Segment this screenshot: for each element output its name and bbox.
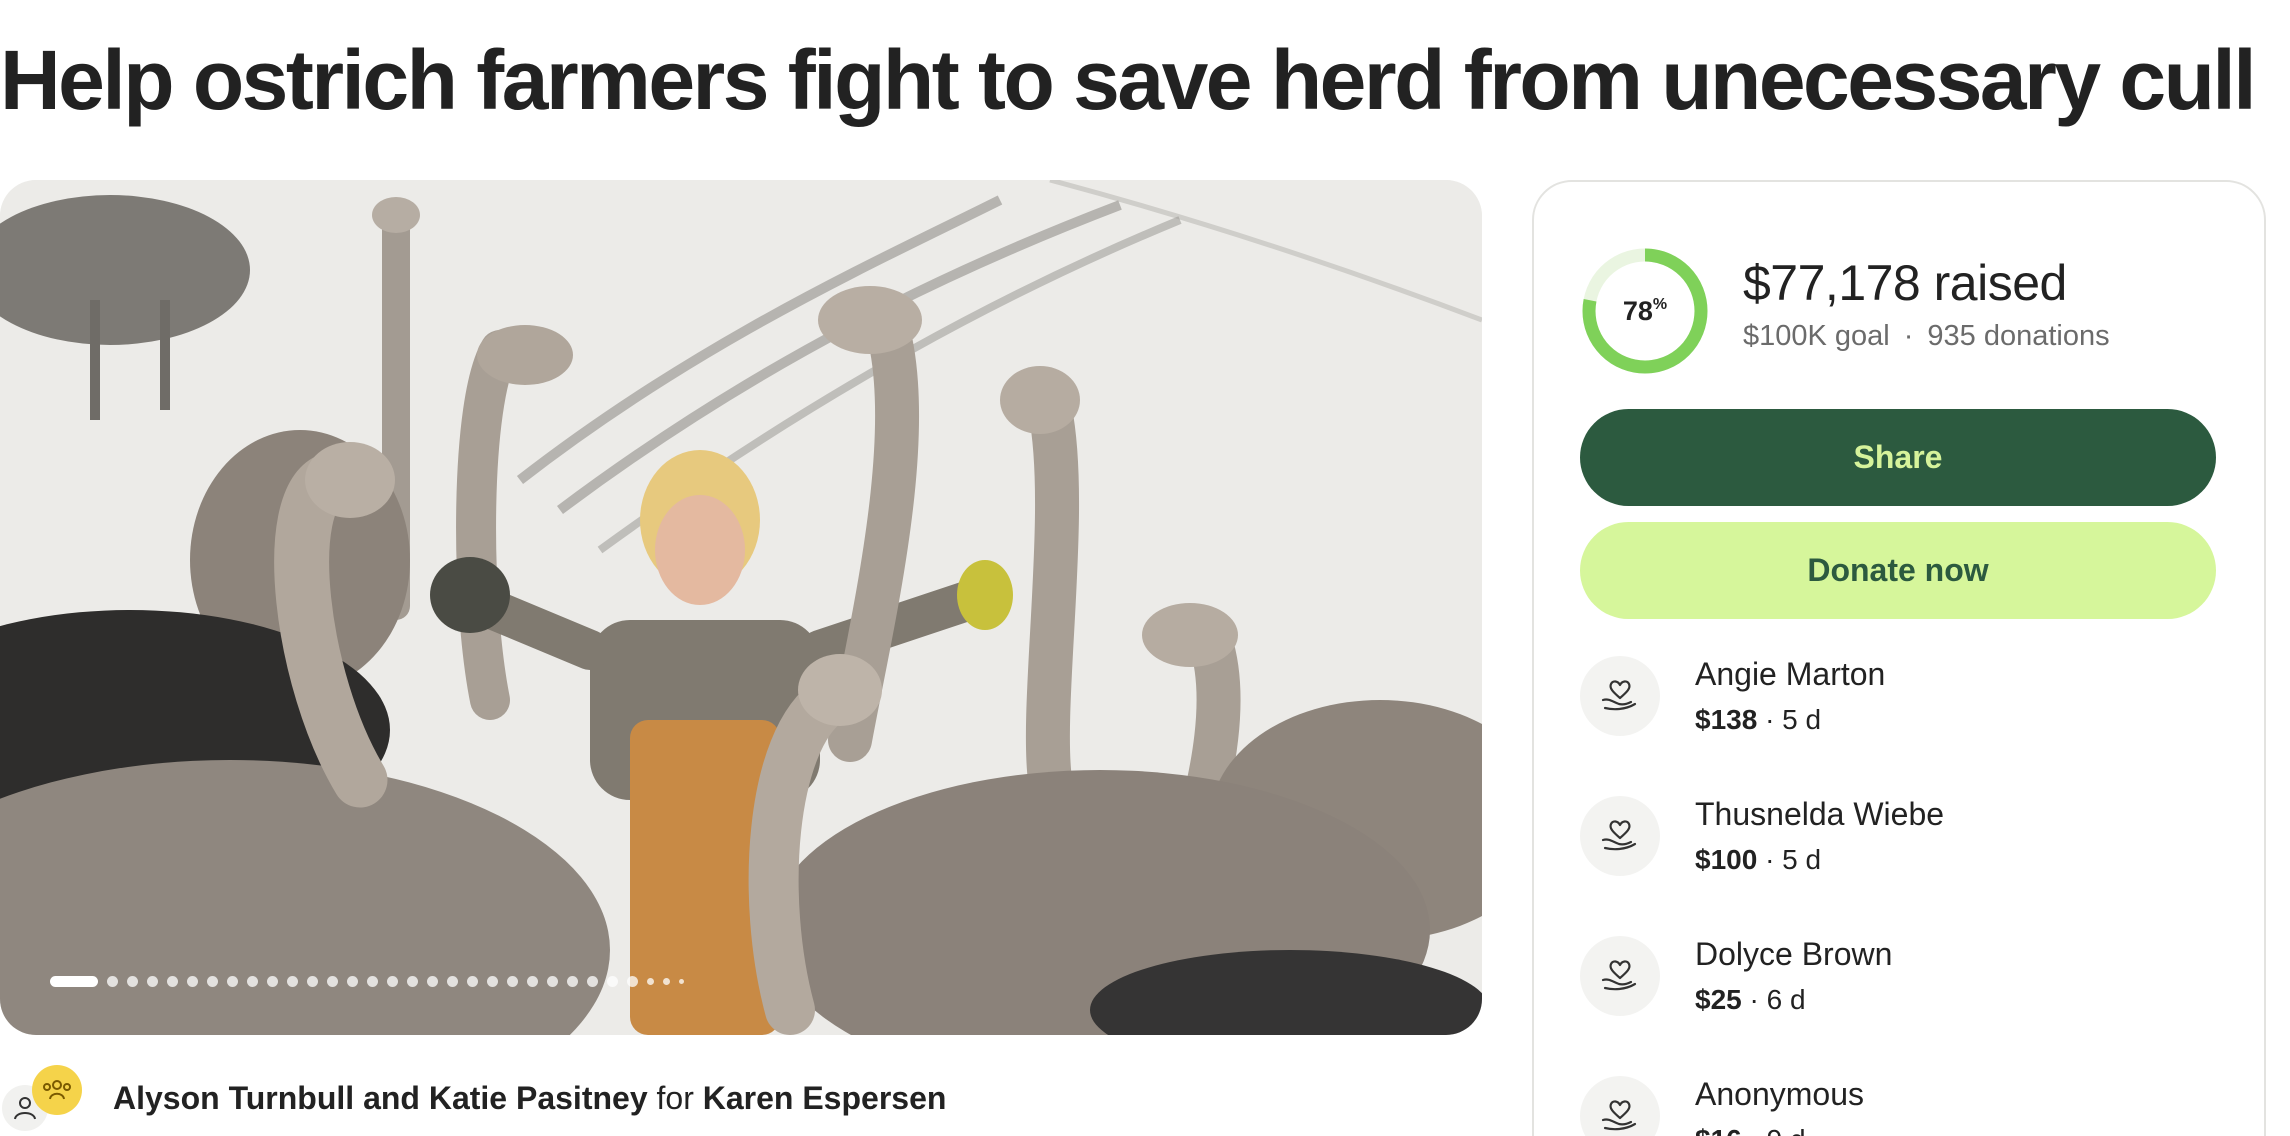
donor-name: Anonymous [1695, 1076, 1864, 1112]
donor-amount: $16 [1695, 1124, 1742, 1136]
donation-count: 935 donations [1927, 320, 2110, 352]
donor-amount: $25 [1695, 984, 1742, 1015]
heart-hand-icon [1580, 656, 1660, 736]
donor-time: · 6 d [1741, 984, 1806, 1015]
carousel-dot[interactable] [647, 977, 654, 985]
organizer-connector: for [656, 1080, 694, 1116]
carousel-dot[interactable] [247, 975, 258, 987]
carousel-dot[interactable] [307, 975, 318, 987]
carousel-dot[interactable] [387, 975, 398, 987]
donor-time: · 9 d [1742, 1124, 1805, 1136]
carousel-dot[interactable] [567, 975, 578, 987]
carousel-dot[interactable] [447, 975, 458, 987]
carousel-dot[interactable] [407, 975, 418, 987]
donor-meta: $16 · 9 d [1695, 1124, 1806, 1136]
carousel-dot[interactable] [663, 977, 670, 985]
donor-item: Angie Marton $138 · 5 d [1580, 656, 2220, 756]
organizer-line: Alyson Turnbull and Katie Pasitney for K… [113, 1080, 946, 1117]
goal-amount: $100K goal [1743, 320, 1890, 352]
carousel-dot[interactable] [227, 975, 238, 987]
carousel-pagination [50, 975, 684, 987]
carousel-dot[interactable] [287, 975, 298, 987]
donor-amount: $100 [1695, 844, 1758, 875]
heart-hand-icon [1580, 1076, 1660, 1136]
progress-percent-sign: % [1652, 296, 1668, 313]
carousel-dot[interactable] [487, 975, 498, 987]
carousel-dot[interactable] [167, 975, 178, 987]
donor-name: Dolyce Brown [1695, 936, 1893, 972]
carousel-dot[interactable] [679, 978, 684, 984]
carousel-dot[interactable] [347, 975, 358, 987]
organizer-names[interactable]: Alyson Turnbull and Katie Pasitney [113, 1080, 648, 1116]
carousel-dot[interactable] [267, 975, 278, 987]
progress-percent-number: 78 [1622, 295, 1653, 326]
summary-separator: · [1903, 320, 1914, 352]
donor-meta: $100 · 5 d [1695, 844, 1821, 876]
carousel-dot[interactable] [327, 975, 338, 987]
carousel-dot[interactable] [50, 975, 98, 987]
heart-hand-icon [1580, 936, 1660, 1016]
donor-item: Dolyce Brown $25 · 6 d [1580, 936, 2220, 1036]
carousel-dot[interactable] [147, 975, 158, 987]
carousel-dot[interactable] [627, 975, 638, 987]
carousel-dot[interactable] [367, 975, 378, 987]
carousel-dot[interactable] [427, 975, 438, 987]
campaign-photo-carousel[interactable] [0, 180, 1482, 1035]
amount-raised: $77,178 raised [1743, 255, 2067, 311]
team-icon [43, 1080, 71, 1100]
donor-item: Anonymous $16 · 9 d [1580, 1076, 2220, 1136]
donor-name: Thusnelda Wiebe [1695, 796, 1945, 832]
donor-meta: $138 · 5 d [1695, 704, 1821, 736]
carousel-dot[interactable] [507, 975, 518, 987]
donor-time: · 5 d [1757, 704, 1822, 735]
carousel-dot[interactable] [467, 975, 478, 987]
donate-now-button[interactable]: Donate now [1580, 522, 2216, 619]
donor-item: Thusnelda Wiebe $100 · 5 d [1580, 796, 2220, 896]
carousel-dot[interactable] [547, 975, 558, 987]
goal-summary: $100K goal · 935 donations [1743, 320, 2110, 353]
carousel-dot[interactable] [607, 975, 618, 987]
heart-hand-icon [1580, 796, 1660, 876]
beneficiary-name[interactable]: Karen Espersen [703, 1080, 947, 1116]
carousel-dot[interactable] [587, 975, 598, 987]
carousel-dot[interactable] [527, 975, 538, 987]
carousel-dot[interactable] [127, 975, 138, 987]
carousel-dot[interactable] [207, 975, 218, 987]
donor-meta: $25 · 6 d [1695, 984, 1806, 1016]
donor-time: · 5 d [1757, 844, 1822, 875]
team-avatar [32, 1065, 82, 1115]
donor-name: Angie Marton [1695, 656, 1886, 692]
carousel-dot[interactable] [187, 975, 198, 987]
organizer-avatars [0, 1065, 90, 1135]
donor-amount: $138 [1695, 704, 1758, 735]
carousel-dot[interactable] [107, 975, 118, 987]
campaign-title: Help ostrich farmers fight to save herd … [0, 33, 2257, 127]
progress-percent: 78% [1580, 246, 1710, 376]
campaign-photo [0, 180, 1482, 1035]
share-button[interactable]: Share [1580, 409, 2216, 506]
